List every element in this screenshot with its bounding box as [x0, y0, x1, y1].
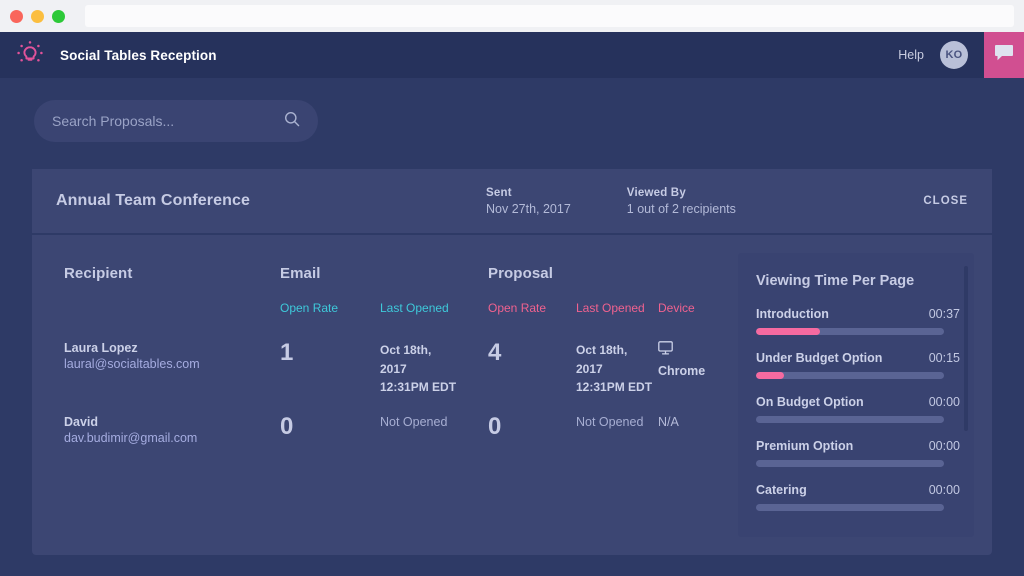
recipient-cell: David dav.budimir@gmail.com	[64, 415, 280, 445]
page-time: 00:00	[928, 395, 960, 409]
sent-value: Nov 27th, 2017	[486, 201, 571, 216]
avatar[interactable]: KO	[940, 41, 968, 69]
app-title: Social Tables Reception	[60, 47, 217, 63]
app-logo[interactable]	[0, 38, 60, 73]
recipient-email: laural@socialtables.com	[64, 357, 200, 371]
column-group-recipient: Recipient	[64, 265, 133, 282]
email-open-rate-value: 1	[280, 339, 294, 366]
search-row	[0, 78, 1024, 142]
email-open-rate-value: 0	[280, 412, 294, 440]
proposal-card: Annual Team Conference Sent Nov 27th, 20…	[32, 169, 992, 555]
progress-fill	[756, 328, 820, 335]
viewing-time-scrollbar[interactable]	[964, 266, 968, 511]
page-name: Under Budget Option	[756, 351, 883, 365]
page-name: Introduction	[756, 307, 829, 321]
proposal-card-header: Annual Team Conference Sent Nov 27th, 20…	[32, 169, 992, 235]
search-icon[interactable]	[284, 111, 300, 132]
page-name: Catering	[756, 483, 807, 497]
window-title-bar	[0, 0, 1024, 32]
progress-track	[756, 328, 944, 335]
proposal-last-opened-value: Not Opened	[576, 414, 644, 429]
viewing-time-item: Premium Option 00:00	[756, 439, 960, 467]
progress-track	[756, 372, 944, 379]
email-last-opened-value: Not Opened	[380, 414, 448, 429]
progress-track	[756, 504, 944, 511]
recipient-cell: Laura Lopez laural@socialtables.com	[64, 341, 280, 397]
search-box[interactable]	[34, 100, 318, 142]
page-time: 00:15	[928, 351, 960, 365]
minimize-window-button[interactable]	[31, 9, 44, 23]
desktop-monitor-icon	[658, 341, 738, 358]
recipients-table: Recipient Email Proposal Open Rate Last …	[32, 253, 738, 537]
device-name: N/A	[658, 414, 679, 429]
viewing-time-panel: Viewing Time Per Page Introduction 00:37…	[738, 253, 974, 537]
lightbulb-idea-icon	[15, 38, 45, 73]
progress-track	[756, 460, 944, 467]
viewing-time-item: Catering 00:00	[756, 483, 960, 511]
maximize-window-button[interactable]	[52, 9, 65, 23]
proposal-open-rate-value: 0	[488, 412, 502, 440]
progress-fill	[756, 372, 785, 379]
column-proposal-last-opened: Last Opened	[576, 301, 645, 315]
proposal-card-body: Recipient Email Proposal Open Rate Last …	[32, 235, 992, 555]
column-proposal-device: Device	[658, 301, 695, 315]
page-time: 00:00	[928, 483, 960, 497]
device-cell: Chrome	[658, 341, 738, 378]
email-last-opened-value: Oct 18th, 2017 12:31PM EDT	[380, 343, 457, 395]
viewing-time-item: On Budget Option 00:00	[756, 395, 960, 423]
page-name: On Budget Option	[756, 395, 864, 409]
viewing-time-item: Under Budget Option 00:15	[756, 351, 960, 379]
sent-meta: Sent Nov 27th, 2017	[486, 187, 571, 216]
viewed-by-label: Viewed By	[626, 186, 686, 199]
help-link[interactable]: Help	[898, 48, 924, 62]
page-time: 00:37	[928, 307, 960, 321]
recipient-email: dav.budimir@gmail.com	[64, 430, 198, 445]
viewing-time-title: Viewing Time Per Page	[756, 273, 915, 289]
column-email-open-rate: Open Rate	[280, 301, 339, 315]
proposal-open-rate-value: 4	[488, 339, 502, 366]
page-time: 00:00	[928, 439, 960, 453]
table-group-header-row: Recipient Email Proposal	[64, 265, 738, 283]
recipient-name: Laura Lopez	[64, 341, 138, 355]
viewed-by-meta: Viewed By 1 out of 2 recipients	[627, 187, 736, 216]
table-row[interactable]: Laura Lopez laural@socialtables.com 1 Oc…	[64, 341, 738, 397]
scrollbar-thumb[interactable]	[964, 266, 968, 431]
traffic-light-controls	[10, 9, 71, 23]
column-group-proposal: Proposal	[488, 265, 553, 282]
close-window-button[interactable]	[10, 9, 23, 23]
viewing-time-item: Introduction 00:37	[756, 307, 960, 335]
recipient-name: David	[64, 414, 99, 429]
page-title: Annual Team Conference	[56, 192, 250, 209]
table-row[interactable]: David dav.budimir@gmail.com 0 Not Opened…	[64, 412, 738, 445]
progress-track	[756, 416, 944, 423]
app-header: Social Tables Reception Help KO	[0, 32, 1024, 78]
proposal-last-opened-value: Oct 18th, 2017 12:31PM EDT	[576, 343, 653, 395]
chat-button[interactable]	[984, 32, 1024, 78]
close-button[interactable]: CLOSE	[923, 195, 968, 207]
device-name: Chrome	[658, 364, 706, 378]
search-input[interactable]	[52, 113, 284, 129]
table-subheader-row: Open Rate Last Opened Open Rate Last Ope…	[64, 299, 738, 317]
viewed-by-value: 1 out of 2 recipients	[626, 201, 736, 216]
speech-bubble-icon	[993, 43, 1015, 68]
column-group-email: Email	[280, 265, 321, 282]
browser-url-bar[interactable]	[85, 5, 1014, 27]
header-right-controls: Help KO	[898, 32, 1024, 78]
column-email-last-opened: Last Opened	[380, 301, 449, 315]
page-name: Premium Option	[756, 439, 854, 453]
column-proposal-open-rate: Open Rate	[488, 301, 547, 315]
sent-label: Sent	[486, 186, 512, 199]
